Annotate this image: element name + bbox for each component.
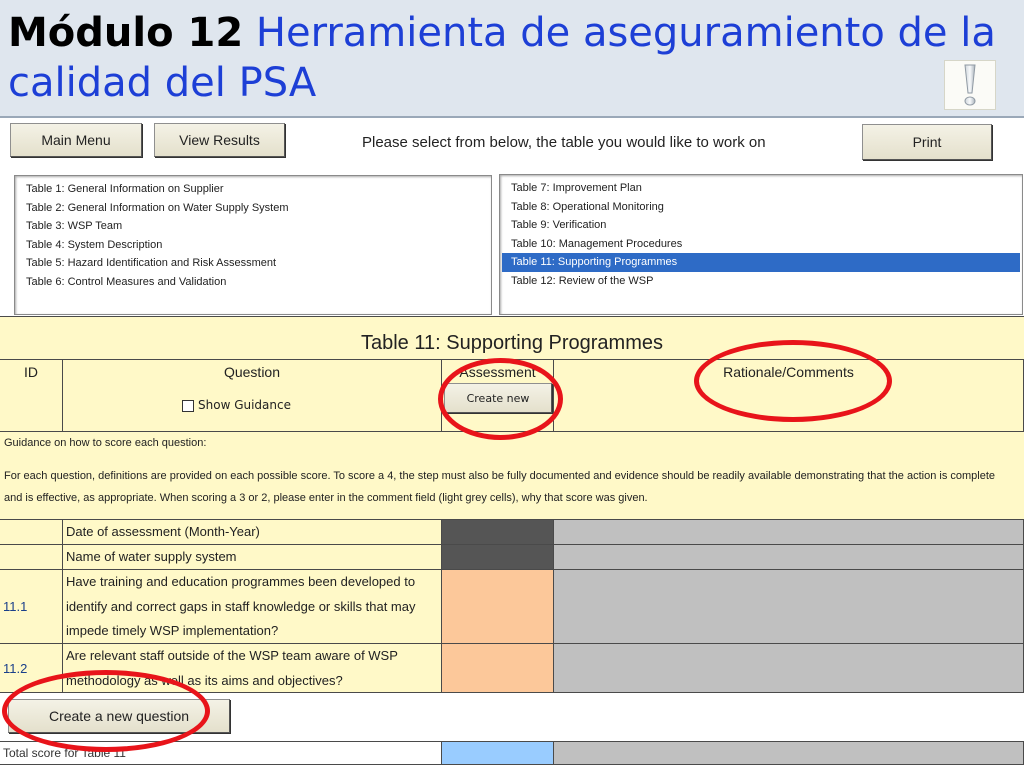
create-question-button[interactable]: Create a new question [8, 699, 230, 733]
table-list-item[interactable]: Table 7: Improvement Plan [502, 179, 1020, 198]
guidance-panel: Guidance on how to score each question: … [0, 432, 1024, 520]
total-score-cell [442, 741, 554, 765]
exclamation-icon [944, 60, 996, 110]
header-comments-cell: Rationale/Comments [554, 360, 1024, 432]
row-id-cell [0, 545, 63, 570]
slide-header: Módulo 12 Herramienta de aseguramiento d… [0, 0, 1024, 118]
create-new-button[interactable]: Create new [444, 383, 552, 413]
assessment-cell[interactable] [442, 644, 554, 693]
guidance-line-2: and is effective, as appropriate. When s… [4, 492, 648, 504]
table-list-item[interactable]: Table 3: WSP Team [17, 217, 489, 236]
question-cell: Have training and education programmes b… [63, 570, 442, 644]
table-list-item[interactable]: Table 6: Control Measures and Validation [17, 273, 489, 292]
show-guidance-toggle[interactable]: Show Guidance [182, 398, 291, 412]
sheet-title: Table 11: Supporting Programmes [0, 316, 1024, 360]
assessment-cell[interactable] [442, 570, 554, 644]
guidance-line-1: For each question, definitions are provi… [4, 470, 996, 482]
table-list-item[interactable]: Table 10: Management Procedures [502, 235, 1020, 254]
header-id-cell: ID [0, 360, 63, 432]
table-list-item[interactable]: Table 4: System Description [17, 236, 489, 255]
show-guidance-label: Show Guidance [198, 398, 291, 412]
comment-cell[interactable] [554, 570, 1024, 644]
comment-cell[interactable] [554, 520, 1024, 545]
slide-title: Módulo 12 Herramienta de aseguramiento d… [8, 8, 1018, 108]
main-menu-button[interactable]: Main Menu [10, 123, 142, 157]
spreadsheet: Table 11: Supporting Programmes ID Quest… [0, 316, 1024, 768]
table-list-item[interactable]: Table 9: Verification [502, 216, 1020, 235]
header-assessment: Assessment [459, 364, 536, 380]
header-question: Question [223, 364, 281, 380]
row-id-cell: 11.2 [0, 644, 63, 693]
module-number: Módulo 12 [8, 10, 244, 56]
question-cell: Name of water supply system [63, 545, 442, 570]
table-list-right[interactable]: Table 7: Improvement Plan Table 8: Opera… [499, 174, 1023, 315]
table-list-left[interactable]: Table 1: General Information on Supplier… [14, 175, 492, 315]
instruction-text: Please select from below, the table you … [362, 134, 766, 151]
assessment-cell[interactable] [442, 545, 554, 570]
print-button[interactable]: Print [862, 124, 992, 160]
row-id-cell: 11.1 [0, 570, 63, 644]
show-guidance-checkbox[interactable] [182, 399, 194, 412]
comment-cell[interactable] [554, 644, 1024, 693]
table-list-item-selected[interactable]: Table 11: Supporting Programmes [502, 253, 1020, 272]
question-cell: Are relevant staff outside of the WSP te… [63, 644, 442, 693]
total-comment-cell [554, 741, 1024, 765]
table-list-item[interactable]: Table 2: General Information on Water Su… [17, 199, 489, 218]
header-question-cell: Question Show Guidance [63, 360, 442, 432]
table-list-item[interactable]: Table 8: Operational Monitoring [502, 198, 1020, 217]
header-comments: Rationale/Comments [723, 364, 854, 380]
total-score-label: Total score for Table 11 [0, 741, 442, 765]
table-list-item[interactable]: Table 1: General Information on Supplier [17, 180, 489, 199]
table-list-item[interactable]: Table 12: Review of the WSP [502, 272, 1020, 291]
row-id-cell [0, 520, 63, 545]
question-cell: Date of assessment (Month-Year) [63, 520, 442, 545]
comment-cell[interactable] [554, 545, 1024, 570]
app-window: Main Menu View Results Please select fro… [0, 118, 1024, 768]
view-results-button[interactable]: View Results [154, 123, 285, 157]
guidance-title: Guidance on how to score each question: [4, 437, 207, 449]
table-list-item[interactable]: Table 5: Hazard Identification and Risk … [17, 254, 489, 273]
header-id: ID [24, 364, 38, 380]
assessment-cell[interactable] [442, 520, 554, 545]
